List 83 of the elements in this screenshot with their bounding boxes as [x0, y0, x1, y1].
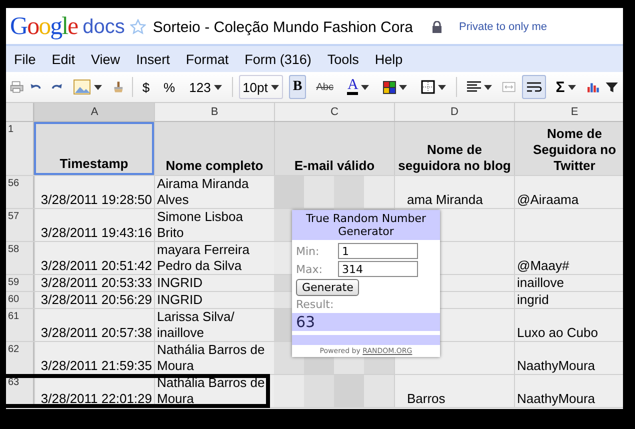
pixelated-block: [304, 375, 334, 407]
product-name[interactable]: docs: [82, 16, 125, 38]
min-field[interactable]: 1: [338, 243, 418, 259]
caret-icon: [399, 84, 408, 90]
min-label: Min:: [296, 244, 320, 258]
bold-button[interactable]: B: [288, 75, 306, 99]
percent-format-button[interactable]: %: [160, 75, 180, 99]
table-cell: 3/28/2011 20:56:29: [34, 292, 154, 308]
table-cell: NaathyMoura: [514, 375, 623, 407]
header-cell: Nome completo: [154, 122, 274, 175]
document-title[interactable]: Sorteio - Coleção Mundo Fashion Cora: [152, 18, 414, 36]
column-header[interactable]: E: [514, 103, 623, 121]
caret-icon: [270, 84, 279, 90]
result-value: 63: [292, 313, 440, 331]
caret-icon: [438, 84, 446, 90]
max-label: Max:: [296, 262, 324, 276]
star-icon[interactable]: [130, 19, 146, 35]
wrap-text-button[interactable]: [522, 75, 546, 99]
table-cell: 3/28/2011 21:59:35: [34, 342, 154, 374]
header-cell: Nome de Seguidora no Twitter: [514, 122, 623, 175]
wrap-text-icon: [526, 81, 542, 93]
row-number[interactable]: 57: [6, 209, 34, 241]
table-cell: ingrid: [514, 292, 623, 308]
merge-cells-icon[interactable]: [502, 79, 516, 95]
table-cell: ama Miranda: [394, 176, 514, 208]
border-grid-icon: [421, 80, 436, 94]
sum-button[interactable]: Σ: [552, 75, 580, 99]
currency-format-button[interactable]: $: [138, 75, 154, 99]
table-cell: 3/28/2011 22:01:29: [34, 375, 154, 407]
table-cell: @Airaama: [514, 176, 623, 208]
table-cell: Barros: [394, 375, 514, 407]
menu-item[interactable]: Edit: [44, 52, 84, 66]
lock-icon: [432, 21, 442, 33]
color-grid-icon: [383, 80, 396, 94]
logo-text[interactable]: Google: [10, 13, 78, 41]
align-left-icon: [467, 81, 482, 93]
max-field[interactable]: 314: [338, 261, 418, 277]
table-cell: inaillove: [514, 275, 623, 291]
caret-icon: [214, 84, 222, 90]
row-number[interactable]: 62: [6, 342, 34, 374]
menu-item[interactable]: View: [83, 52, 128, 66]
strikethrough-button[interactable]: Abc: [312, 75, 338, 99]
menu-item[interactable]: Tools: [319, 52, 367, 66]
table-cell: 3/28/2011 20:53:33: [34, 275, 154, 291]
header-cell: Timestamp: [34, 122, 154, 175]
font-size-dropdown[interactable]: 10pt: [238, 75, 283, 99]
column-header[interactable]: C: [274, 103, 394, 121]
menu-item[interactable]: Format: [178, 52, 237, 66]
row-number[interactable]: 59: [6, 275, 34, 291]
menu-item[interactable]: Help: [366, 52, 411, 66]
row-number[interactable]: 58: [6, 242, 34, 274]
column-header[interactable]: A: [34, 103, 154, 121]
table-cell: 3/28/2011 19:28:50: [34, 176, 154, 208]
result-label: Result:: [296, 298, 335, 311]
number-format-button[interactable]: 123: [185, 75, 226, 99]
menu-item[interactable]: Insert: [128, 52, 178, 66]
table-cell: 3/28/2011 20:57:38: [34, 309, 154, 341]
column-header[interactable]: B: [154, 103, 274, 121]
table-cell: @Maay#: [514, 242, 623, 274]
sharing-status-link[interactable]: Private to only me: [459, 21, 548, 33]
caret-icon: [94, 84, 102, 90]
header-cell: E-mail válido: [274, 122, 394, 175]
header-cell: Nome de seguidora no blog: [394, 122, 514, 175]
caret-icon: [568, 84, 576, 90]
table-cell: NaathyMoura: [514, 342, 623, 374]
menu-item[interactable]: File: [6, 52, 44, 66]
picture-icon: [72, 79, 91, 95]
row-number[interactable]: 1: [6, 122, 34, 175]
pixelated-block: [364, 176, 394, 208]
caret-icon: [361, 84, 370, 90]
table-cell: 3/28/2011 20:51:42: [34, 242, 154, 274]
text-color-button[interactable]: A: [343, 75, 374, 99]
generate-button[interactable]: Generate: [296, 279, 360, 296]
printer-icon[interactable]: [10, 79, 24, 95]
widget-title: True Random Number Generator: [292, 210, 440, 240]
table-cell: Luxo ao Cubo: [514, 309, 623, 341]
row-number[interactable]: 60: [6, 292, 34, 308]
caret-icon: [484, 84, 492, 90]
column-header[interactable]: D: [394, 103, 514, 121]
row-number[interactable]: 56: [6, 176, 34, 208]
menu-item[interactable]: Form (316): [236, 52, 320, 66]
row-number[interactable]: 61: [6, 309, 34, 341]
table-cell: 3/28/2011 19:43:16: [34, 209, 154, 241]
